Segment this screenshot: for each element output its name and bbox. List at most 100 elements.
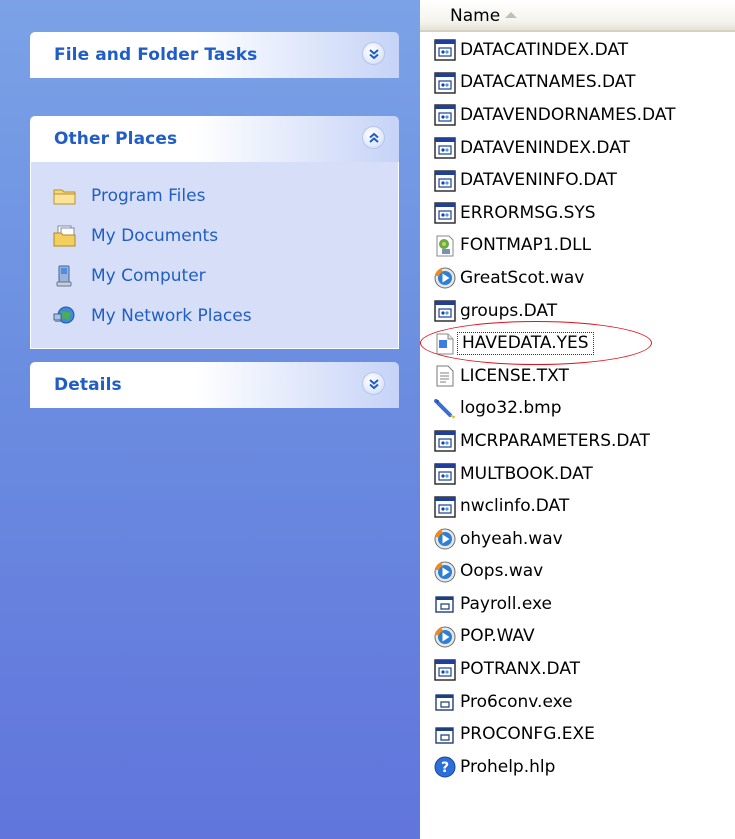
panel-header-file-and-folder-tasks[interactable]: File and Folder Tasks — [30, 32, 399, 78]
file-row[interactable]: Pro6conv.exe — [420, 686, 735, 719]
panel-header-other-places[interactable]: Other Places — [30, 116, 399, 162]
file-name: HAVEDATA.YES — [457, 332, 594, 356]
file-name: nwclinfo.DAT — [460, 496, 570, 517]
file-name: Pro6conv.exe — [460, 691, 573, 712]
file-name: DATAVENINDEX.DAT — [460, 137, 630, 158]
wav-file-icon — [433, 625, 457, 649]
my-documents-icon — [53, 225, 77, 247]
file-row[interactable]: POP.WAV — [420, 621, 735, 654]
file-name: POTRANX.DAT — [460, 659, 581, 680]
dat-file-icon — [433, 462, 457, 486]
file-name: ERRORMSG.SYS — [460, 202, 596, 223]
file-row[interactable]: MCRPARAMETERS.DAT — [420, 425, 735, 458]
panel-title: File and Folder Tasks — [54, 45, 258, 65]
task-pane: File and Folder Tasks Other Places Progr… — [0, 0, 420, 839]
file-row[interactable]: nwclinfo.DAT — [420, 490, 735, 523]
folder-icon — [53, 185, 77, 207]
place-label: Program Files — [91, 186, 206, 206]
sort-ascending-icon — [505, 12, 517, 18]
panel-title: Details — [54, 375, 122, 395]
generic-file-icon — [433, 332, 457, 356]
dat-file-icon — [433, 429, 457, 453]
file-row[interactable]: ERRORMSG.SYS — [420, 197, 735, 230]
dat-file-icon — [433, 136, 457, 160]
place-label: My Computer — [91, 266, 206, 286]
panel-title: Other Places — [54, 129, 178, 149]
dat-file-icon — [433, 495, 457, 519]
other-places-panel: Other Places Program Files My Documents — [30, 116, 399, 349]
sys-file-icon — [433, 201, 457, 225]
file-and-folder-tasks-panel: File and Folder Tasks — [30, 32, 399, 78]
file-name: ohyeah.wav — [460, 528, 563, 549]
wav-file-icon — [433, 560, 457, 584]
dll-file-icon — [433, 234, 457, 258]
file-row[interactable]: POTRANX.DAT — [420, 653, 735, 686]
file-name: MULTBOOK.DAT — [460, 463, 593, 484]
file-name: Oops.wav — [460, 561, 544, 582]
file-name: DATAVENINFO.DAT — [460, 170, 617, 191]
file-row[interactable]: LICENSE.TXT — [420, 360, 735, 393]
file-name: Prohelp.hlp — [460, 756, 556, 777]
file-name: PROCONFG.EXE — [460, 724, 595, 745]
help-file-icon: ? — [433, 755, 457, 779]
column-header-label: Name — [450, 6, 501, 26]
file-row[interactable]: FONTMAP1.DLL — [420, 230, 735, 263]
file-row[interactable]: Oops.wav — [420, 556, 735, 589]
file-row[interactable]: ? Prohelp.hlp — [420, 751, 735, 784]
panel-header-details[interactable]: Details — [30, 362, 399, 408]
dat-file-icon — [433, 38, 457, 62]
other-places-list: Program Files My Documents My Computer M… — [30, 162, 399, 349]
file-row[interactable]: PROCONFG.EXE — [420, 718, 735, 751]
exe-file-icon — [433, 723, 457, 747]
file-list: Name DATACATINDEX.DAT DATACATNAMES.DAT DAT… — [420, 0, 735, 839]
file-row[interactable]: Payroll.exe — [420, 588, 735, 621]
file-row[interactable]: groups.DAT — [420, 295, 735, 328]
network-places-icon — [53, 305, 77, 327]
file-name: groups.DAT — [460, 300, 558, 321]
file-row[interactable]: GreatScot.wav — [420, 262, 735, 295]
file-name: DATACATNAMES.DAT — [460, 72, 636, 93]
svg-text:?: ? — [441, 760, 449, 776]
file-row[interactable]: DATAVENINDEX.DAT — [420, 132, 735, 165]
file-row[interactable]: ohyeah.wav — [420, 523, 735, 556]
dat-file-icon — [433, 299, 457, 323]
collapse-chevron-icon[interactable] — [362, 126, 385, 149]
details-panel: Details — [30, 362, 399, 408]
dat-file-icon — [433, 103, 457, 127]
name-column-header[interactable]: Name — [420, 0, 735, 32]
exe-file-icon — [433, 690, 457, 714]
file-row[interactable]: DATACATINDEX.DAT — [420, 34, 735, 67]
expand-chevron-icon[interactable] — [362, 372, 385, 395]
text-file-icon — [433, 364, 457, 388]
file-row[interactable]: DATAVENINFO.DAT — [420, 164, 735, 197]
file-row[interactable]: DATACATNAMES.DAT — [420, 67, 735, 100]
file-name: Payroll.exe — [460, 593, 552, 614]
file-name: logo32.bmp — [460, 398, 562, 419]
dat-file-icon — [433, 658, 457, 682]
wav-file-icon — [433, 527, 457, 551]
file-row[interactable]: HAVEDATA.YES — [420, 321, 735, 366]
file-name: POP.WAV — [460, 626, 535, 647]
dat-file-icon — [433, 71, 457, 95]
place-my-documents[interactable]: My Documents — [53, 216, 398, 256]
wav-file-icon — [433, 266, 457, 290]
dat-file-icon — [433, 169, 457, 193]
place-my-network-places[interactable]: My Network Places — [53, 296, 398, 336]
file-name: GreatScot.wav — [460, 267, 585, 288]
place-program-files[interactable]: Program Files — [53, 176, 398, 216]
file-name: LICENSE.TXT — [460, 365, 569, 386]
file-row[interactable]: logo32.bmp — [420, 393, 735, 426]
file-rows: DATACATINDEX.DAT DATACATNAMES.DAT DATAVEND… — [420, 34, 735, 784]
file-row[interactable]: MULTBOOK.DAT — [420, 458, 735, 491]
file-name: DATACATINDEX.DAT — [460, 39, 629, 60]
file-row[interactable]: DATAVENDORNAMES.DAT — [420, 99, 735, 132]
place-label: My Documents — [91, 226, 219, 246]
place-my-computer[interactable]: My Computer — [53, 256, 398, 296]
bmp-file-icon — [433, 397, 457, 421]
file-name: MCRPARAMETERS.DAT — [460, 430, 650, 451]
file-name: FONTMAP1.DLL — [460, 235, 592, 256]
exe-file-icon — [433, 592, 457, 616]
my-computer-icon — [53, 265, 77, 287]
file-name: DATAVENDORNAMES.DAT — [460, 104, 676, 125]
expand-chevron-icon[interactable] — [362, 42, 385, 65]
